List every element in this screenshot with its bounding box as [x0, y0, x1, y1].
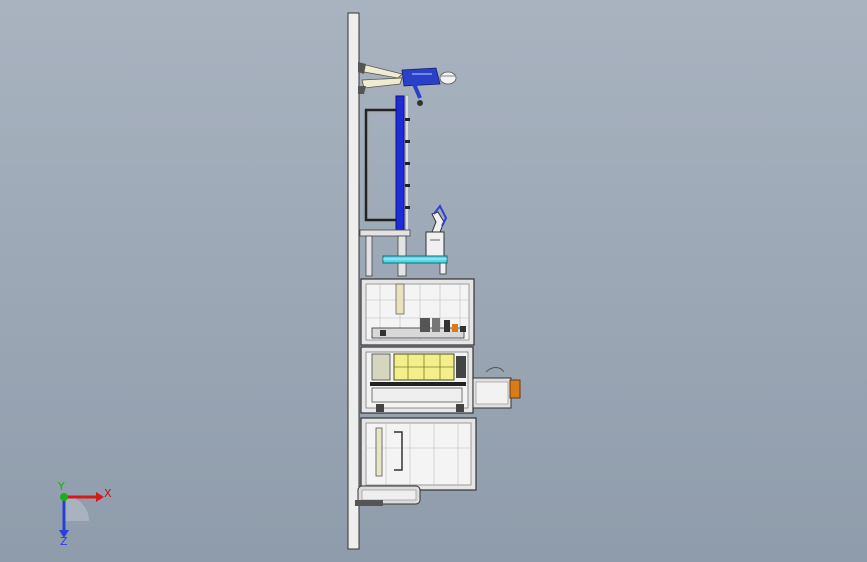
y-axis-dot-icon [60, 493, 68, 501]
base-platform[interactable] [355, 485, 421, 506]
y-axis-label: Y [57, 480, 65, 493]
z-axis-label: Z [60, 535, 68, 548]
x-axis-arrow-icon [96, 492, 104, 502]
cyan-shelf[interactable] [382, 255, 448, 264]
x-axis-label: X [104, 487, 112, 500]
conveyor-extension[interactable] [472, 367, 521, 409]
cad-viewport[interactable]: X Y Z [0, 0, 867, 562]
robot-arm[interactable] [425, 204, 448, 275]
middle-cabinet[interactable] [360, 346, 474, 414]
wall-panel[interactable] [347, 12, 360, 550]
upper-rack[interactable] [359, 95, 411, 277]
coordinate-triad[interactable]: X Y Z [57, 480, 112, 548]
upper-cabinet[interactable] [360, 278, 475, 346]
lower-cabinet[interactable] [360, 417, 477, 491]
